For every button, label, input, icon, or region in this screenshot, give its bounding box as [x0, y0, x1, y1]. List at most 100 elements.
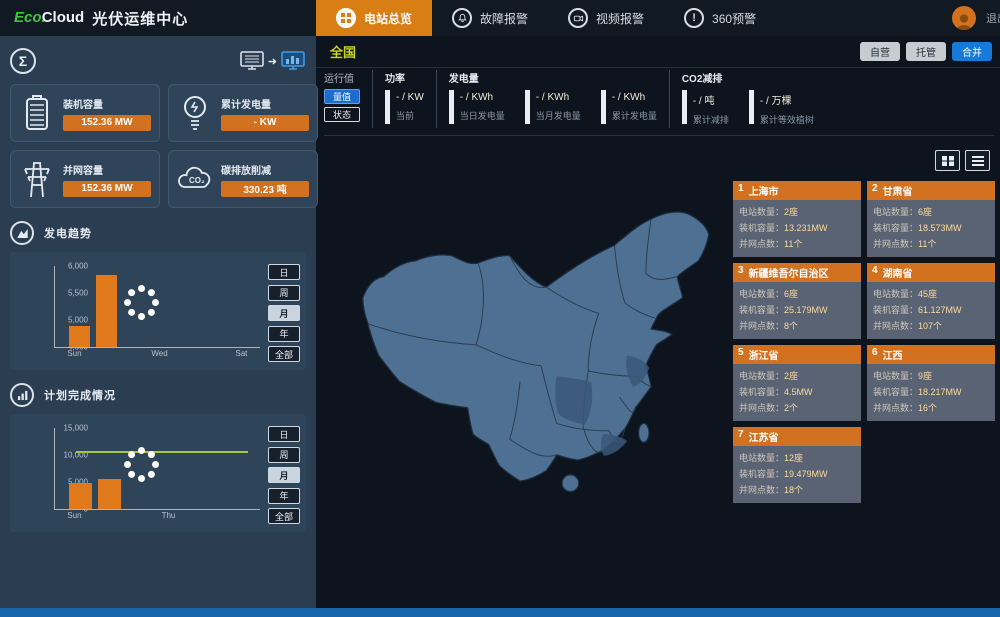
range-all-button[interactable]: 全部	[268, 508, 300, 524]
province-card-shanghai[interactable]: 1上海市 电站数量：2座 装机容量：13.231MW 并网点数：11个	[733, 181, 861, 257]
managed-button[interactable]: 托管	[906, 42, 946, 61]
main-header: 全国 自营 托管 合并	[316, 36, 1000, 68]
bar[interactable]	[69, 326, 90, 347]
region-title: 全国	[330, 42, 356, 61]
bar-chart-icon	[10, 383, 34, 407]
province-name: 甘肃省	[883, 183, 913, 198]
status-option-button[interactable]: 状态	[324, 107, 360, 122]
co2-label: CO2减排	[682, 70, 814, 85]
province-name: 浙江省	[749, 347, 779, 362]
range-week-button[interactable]: 周	[268, 285, 300, 301]
plan-completion-header: 计划完成情况	[10, 382, 306, 408]
generation-group: 发电量 - / KWh 当日发电量 - / KWh 当月发电量	[449, 70, 657, 124]
logout-link[interactable]: 退出	[986, 10, 1000, 26]
province-card-xinjiang[interactable]: 3新疆维吾尔自治区 电站数量：6座 装机容量：25.179MW 并网点数：8个	[733, 263, 861, 339]
range-day-button[interactable]: 日	[268, 264, 300, 280]
value: 25.179MW	[784, 305, 828, 315]
bulb-icon	[177, 94, 213, 132]
value: 18.573MW	[918, 223, 962, 233]
label: 装机容量：	[739, 387, 784, 397]
value: 6座	[918, 207, 932, 217]
metric-value: - / 吨	[693, 92, 729, 107]
value: 11个	[918, 239, 936, 249]
province-card-jiangxi[interactable]: 6江西 电站数量：9座 装机容量：18.217MW 并网点数：16个	[867, 345, 995, 421]
y-tick: 5,500	[68, 288, 88, 297]
range-year-button[interactable]: 年	[268, 488, 300, 504]
metric-sub: 累计发电量	[612, 109, 657, 122]
solar-badge-icon	[336, 8, 356, 28]
metric-sub: 累计减排	[693, 113, 729, 126]
value: 6座	[784, 289, 798, 299]
y-tick: 6,000	[68, 262, 88, 271]
logo-eco: Eco.	[14, 9, 46, 26]
generation-trend-chart: 6,000 5,500 5,000 4,500 Sun Wed Sat 日 周 …	[10, 252, 306, 370]
stat-value: 330.23 吨	[221, 181, 309, 197]
value: 61.127MW	[918, 305, 962, 315]
metric-value: - / KWh	[612, 92, 657, 103]
value-option-button[interactable]: 量值	[324, 89, 360, 104]
value: 8个	[784, 321, 798, 331]
station-mode-buttons: 自营 托管 合并	[860, 42, 992, 61]
province-card-hunan[interactable]: 4湖南省 电站数量：45座 装机容量：61.127MW 并网点数：107个	[867, 263, 995, 339]
total-generation-metric: - / KWh 累计发电量	[601, 90, 657, 124]
label: 电站数量：	[739, 371, 784, 381]
tab-360-warning[interactable]: ! 360预警	[664, 0, 776, 36]
rank: 5	[738, 347, 744, 362]
value: 2个	[784, 403, 798, 413]
bar[interactable]	[96, 275, 117, 347]
combined-button[interactable]: 合并	[952, 42, 992, 61]
bell-icon	[452, 8, 472, 28]
tab-fault-alarm[interactable]: 故障报警	[432, 0, 548, 36]
china-map[interactable]	[352, 198, 772, 544]
range-day-button[interactable]: 日	[268, 426, 300, 442]
map-view-toggles	[935, 150, 990, 171]
tab-video-alarm[interactable]: 视频报警	[548, 0, 664, 36]
daily-generation-metric: - / KWh 当日发电量	[449, 90, 505, 124]
bar[interactable]	[98, 479, 121, 509]
label: 并网点数：	[739, 239, 784, 249]
bar[interactable]	[69, 483, 92, 509]
stat-co2-reduction: CO₂ 碳排放削减 330.23 吨	[168, 150, 318, 208]
label: 装机容量：	[739, 305, 784, 315]
province-card-jiangsu[interactable]: 7江苏省 电站数量：12座 装机容量：19.479MW 并网点数：18个	[733, 427, 861, 503]
province-card-gansu[interactable]: 2甘肃省 电站数量：6座 装机容量：18.573MW 并网点数：11个	[867, 181, 995, 257]
label: 电站数量：	[739, 207, 784, 217]
value: 4.5MW	[784, 387, 813, 397]
power-value: - / KW	[396, 92, 424, 103]
self-operated-button[interactable]: 自营	[860, 42, 900, 61]
metric-value: - / KWh	[460, 92, 505, 103]
range-year-button[interactable]: 年	[268, 326, 300, 342]
tab-label: 电站总览	[364, 10, 412, 27]
label: 并网点数：	[739, 403, 784, 413]
province-card-zhejiang[interactable]: 5浙江省 电站数量：2座 装机容量：4.5MW 并网点数：2个	[733, 345, 861, 421]
range-month-button[interactable]: 月	[268, 305, 300, 321]
x-tick: Sat	[235, 349, 247, 358]
province-rank-cards: 1上海市 电站数量：2座 装机容量：13.231MW 并网点数：11个 3新疆维…	[733, 181, 995, 503]
value: 11个	[784, 239, 802, 249]
value: 2座	[784, 207, 798, 217]
metric-sub: 累计等效植树	[760, 113, 814, 126]
range-week-button[interactable]: 周	[268, 447, 300, 463]
tab-label: 360预警	[712, 10, 756, 27]
display-mode-toggle[interactable]: ➜	[239, 50, 306, 72]
x-tick: Sun	[67, 511, 81, 520]
list-view-icon[interactable]	[965, 150, 990, 171]
footer-bar	[0, 608, 1000, 617]
divider	[372, 70, 373, 128]
nav-tabs: 电站总览 故障报警 视频报警 ! 360预警	[316, 0, 776, 36]
province-name: 湖南省	[883, 265, 913, 280]
power-group: 功率 - / KW 当前	[385, 70, 424, 124]
stat-label: 累计发电量	[221, 96, 309, 111]
tab-station-overview[interactable]: 电站总览	[316, 0, 432, 36]
range-all-button[interactable]: 全部	[268, 346, 300, 362]
monthly-generation-metric: - / KWh 当月发电量	[525, 90, 581, 124]
trend-icon	[10, 221, 34, 245]
range-month-button[interactable]: 月	[268, 467, 300, 483]
label: 并网点数：	[873, 403, 918, 413]
user-avatar-icon[interactable]	[952, 6, 976, 30]
metric-bar-icon	[385, 90, 390, 124]
grid-view-icon[interactable]	[935, 150, 960, 171]
stat-value: - KW	[221, 115, 309, 131]
svg-text:CO₂: CO₂	[189, 176, 205, 185]
video-camera-icon	[568, 8, 588, 28]
